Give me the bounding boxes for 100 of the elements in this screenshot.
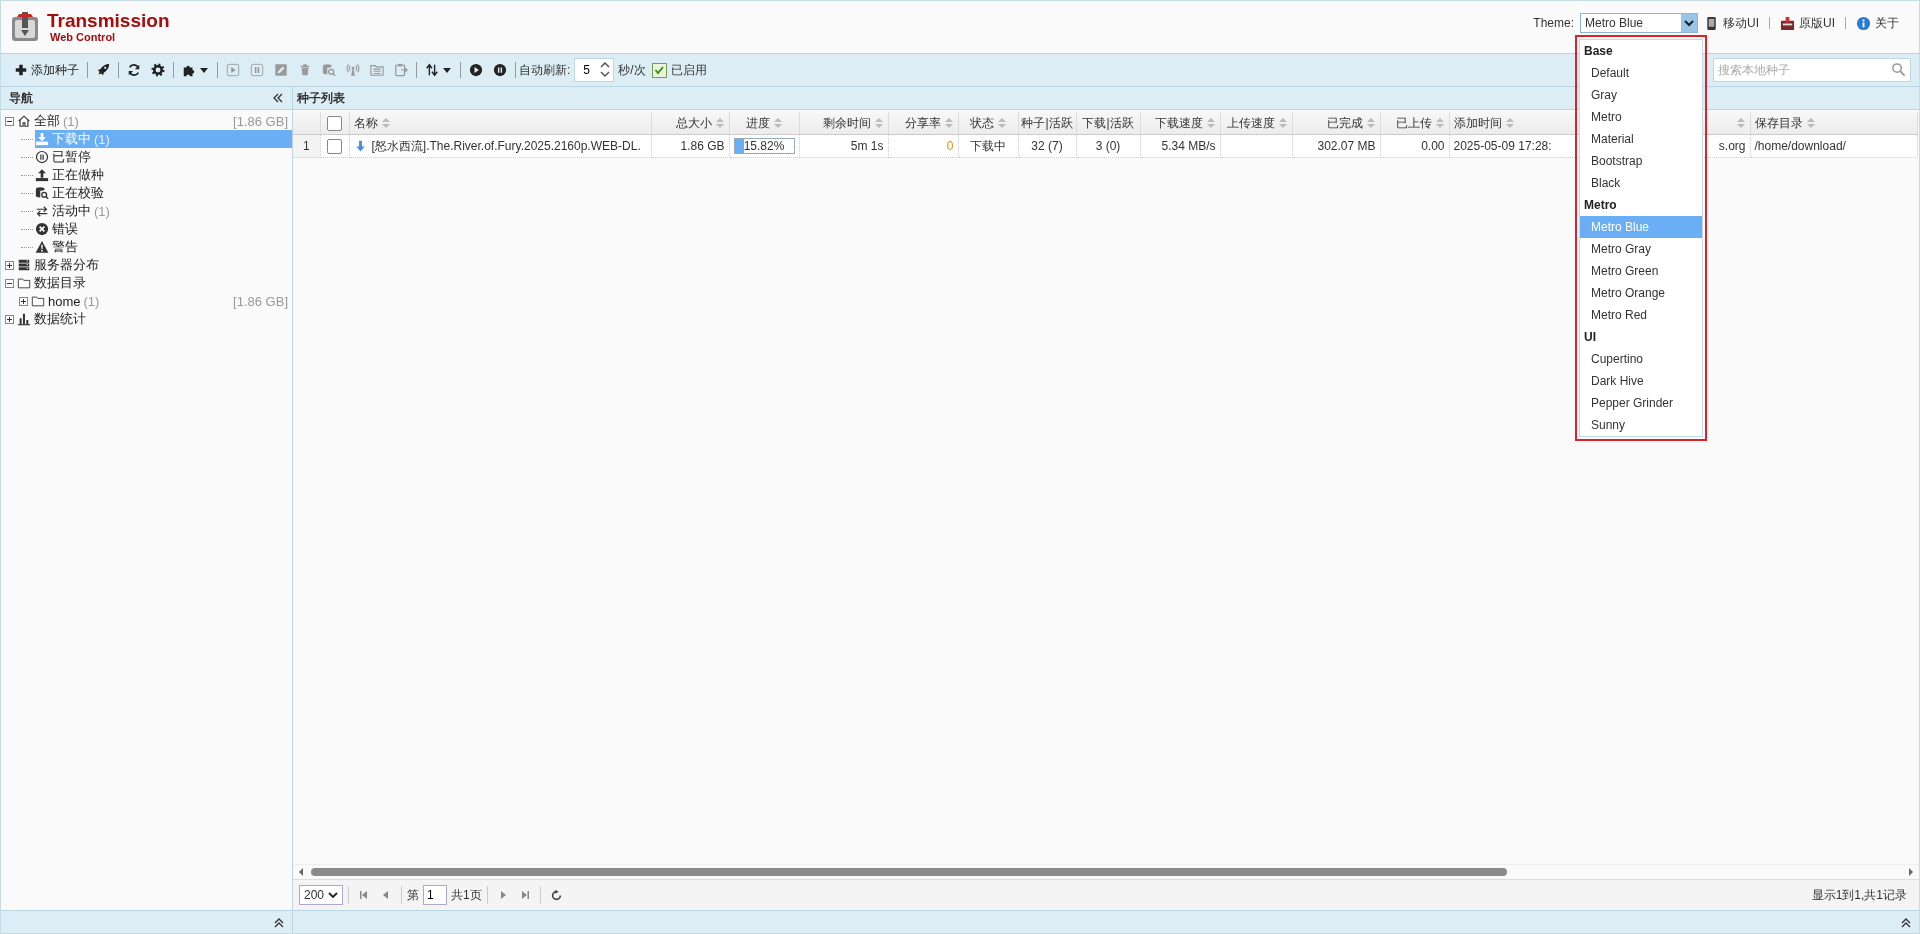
expand-up-icon[interactable] xyxy=(1901,916,1911,928)
column-header[interactable]: 种子|活跃 xyxy=(1018,112,1076,135)
pencil-icon xyxy=(274,63,288,77)
tree-item[interactable]: 全部 (1) [1.86 GB] xyxy=(17,112,292,130)
header-link[interactable]: 原版UI xyxy=(1780,14,1835,32)
tree-item[interactable]: 服务器分布 xyxy=(17,256,292,274)
settings-icon xyxy=(151,63,165,77)
tree-item[interactable]: 错误 xyxy=(35,220,292,238)
menu-option[interactable]: Metro Orange xyxy=(1580,282,1702,304)
table-cell: 302.07 MB xyxy=(1292,134,1380,158)
folder-list-icon xyxy=(370,63,384,77)
torrent-name: [怒水西流].The.River.of.Fury.2025.2160p.WEB-DL. xyxy=(371,137,641,155)
column-header[interactable]: 剩余时间 xyxy=(799,112,888,135)
table-cell: 1.86 GB xyxy=(651,134,729,158)
expand-up-icon[interactable] xyxy=(274,916,284,928)
menu-option[interactable]: Metro Red xyxy=(1580,304,1702,326)
pause-circle-icon xyxy=(493,63,507,77)
select-all-checkbox[interactable] xyxy=(327,115,342,131)
column-header[interactable]: 上传速度 xyxy=(1220,112,1292,135)
expand-toggle[interactable] xyxy=(19,296,28,306)
column-header[interactable]: 已完成 xyxy=(1292,112,1380,135)
column-header[interactable]: 已上传 xyxy=(1380,112,1449,135)
expand-toggle[interactable] xyxy=(5,278,14,288)
scroll-right-icon[interactable] xyxy=(1907,867,1915,877)
menu-option[interactable]: Dark Hive xyxy=(1580,370,1702,392)
column-header[interactable]: 状态 xyxy=(958,112,1018,135)
scroll-left-icon[interactable] xyxy=(297,867,305,877)
page-prefix: 第 xyxy=(407,886,419,904)
warning-icon xyxy=(35,240,49,254)
menu-option[interactable]: Pepper Grinder xyxy=(1580,392,1702,414)
row-checkbox[interactable] xyxy=(327,138,342,154)
column-header[interactable]: 进度 xyxy=(729,112,799,135)
tree-item[interactable]: 警告 xyxy=(35,238,292,256)
table-cell: 下载中 xyxy=(958,134,1018,158)
menu-option[interactable]: Default xyxy=(1580,62,1702,84)
column-header[interactable]: 下载速度 xyxy=(1140,112,1220,135)
expand-toggle[interactable] xyxy=(5,260,14,270)
upload-icon xyxy=(35,168,49,182)
puzzle-icon xyxy=(182,63,196,77)
table-cell: 0 xyxy=(888,134,958,158)
header-link[interactable]: 移动UI xyxy=(1704,14,1759,32)
last-page-icon xyxy=(519,890,530,900)
tree-item[interactable]: 数据目录 xyxy=(17,274,292,292)
menu-option[interactable]: Gray xyxy=(1580,84,1702,106)
collapse-icon[interactable] xyxy=(272,93,284,103)
column-header[interactable]: 总大小 xyxy=(651,112,729,135)
error-icon xyxy=(35,222,49,236)
spinner-arrows-icon[interactable] xyxy=(600,62,611,78)
page-size-select[interactable]: 200 xyxy=(299,885,343,905)
menu-option[interactable]: Black xyxy=(1580,172,1702,194)
tree-item[interactable]: 已暂停 xyxy=(35,148,292,166)
expand-toggle[interactable] xyxy=(5,116,14,126)
table-cell: /home/download/ xyxy=(1750,134,1917,158)
tree-item[interactable]: 正在校验 xyxy=(35,184,292,202)
scrollbar-thumb[interactable] xyxy=(311,868,1507,876)
expand-toggle[interactable] xyxy=(5,314,14,324)
bar-chart-icon xyxy=(17,312,31,326)
column-header[interactable]: 下载|活跃 xyxy=(1076,112,1140,135)
interval-unit: 秒/次 xyxy=(618,61,646,79)
plus-button[interactable]: 添加种子 xyxy=(9,58,84,82)
column-header[interactable]: 保存目录 xyxy=(1750,112,1917,135)
column-header[interactable]: 分享率 xyxy=(888,112,958,135)
chevron-down-icon xyxy=(1684,19,1694,27)
page-input[interactable]: 1 xyxy=(423,885,447,905)
menu-option[interactable]: Cupertino xyxy=(1580,348,1702,370)
first-page-icon xyxy=(359,890,369,900)
refresh-icon xyxy=(550,889,562,901)
auto-refresh-checkbox[interactable] xyxy=(651,62,667,78)
column-header[interactable]: 名称 xyxy=(349,112,651,135)
up-down-arrows-icon xyxy=(425,63,439,77)
chevron-down-icon xyxy=(328,891,338,899)
tree-item[interactable]: 活动中 (1) xyxy=(35,202,292,220)
rocket-icon xyxy=(96,63,110,77)
tree-item[interactable]: 正在做种 xyxy=(35,166,292,184)
menu-group-label: Metro xyxy=(1583,197,1618,214)
checkbox-label: 已启用 xyxy=(670,61,707,79)
phone-icon xyxy=(1704,15,1719,31)
menu-option[interactable]: Metro Gray xyxy=(1580,238,1702,260)
caret-icon xyxy=(199,66,209,74)
panel-title: 种子列表 xyxy=(297,89,345,107)
swap-arrows-icon xyxy=(35,204,49,218)
menu-option[interactable]: Sunny xyxy=(1580,414,1702,436)
menu-group-label: UI xyxy=(1583,329,1597,346)
caret-icon xyxy=(442,66,452,74)
app-title: Transmission xyxy=(47,11,170,30)
menu-option[interactable]: Metro Green xyxy=(1580,260,1702,282)
header-link[interactable]: 关于 xyxy=(1856,14,1899,32)
table-cell: 5.34 MB/s xyxy=(1140,134,1220,158)
table-cell: 0.00 xyxy=(1380,134,1449,158)
theme-select[interactable]: Metro Blue xyxy=(1580,13,1698,33)
tree-item[interactable]: 数据统计 xyxy=(17,310,292,328)
database-search-icon xyxy=(322,63,336,77)
previous-page-icon xyxy=(381,890,391,900)
page-total: 共1页 xyxy=(451,886,482,904)
clipboard-icon xyxy=(394,63,408,77)
refresh-interval-input[interactable]: 5 xyxy=(574,58,615,82)
search-field[interactable]: 搜索本地种子 xyxy=(1713,58,1911,82)
theme-label: Theme: xyxy=(1533,16,1574,30)
database-search-icon xyxy=(35,186,49,200)
tree-item[interactable]: home (1) [1.86 GB] xyxy=(31,292,292,310)
